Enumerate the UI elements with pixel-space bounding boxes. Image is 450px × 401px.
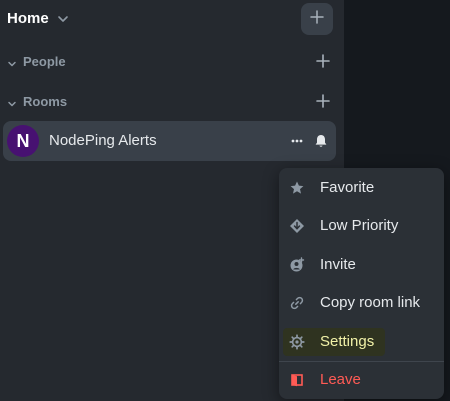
home-title[interactable]: Home	[7, 10, 49, 27]
avatar: N	[7, 125, 39, 157]
section-label-people: People	[23, 54, 66, 69]
menu-item-label: Invite	[320, 256, 356, 273]
menu-item-label: Favorite	[320, 179, 375, 196]
menu-item-label: Low Priority	[320, 217, 399, 234]
chevron-down-icon[interactable]	[57, 12, 69, 26]
menu-item-label: Copy room link	[320, 294, 421, 311]
notification-bell-icon[interactable]	[313, 133, 329, 149]
avatar-letter: N	[16, 130, 30, 151]
room-name: NodePing Alerts	[49, 132, 157, 149]
add-button[interactable]	[301, 3, 333, 35]
menu-divider	[279, 361, 444, 362]
menu-item-leave[interactable]: Leave	[279, 365, 444, 395]
chevron-down-icon[interactable]	[7, 96, 17, 107]
space-header: Home	[0, 0, 344, 40]
menu-item-invite[interactable]: Invite	[279, 250, 444, 280]
gear-icon	[289, 334, 305, 350]
more-options-icon[interactable]	[289, 133, 305, 149]
section-rooms[interactable]: Rooms	[0, 90, 344, 114]
add-room-icon[interactable]	[316, 94, 330, 108]
chevron-down-icon[interactable]	[7, 56, 17, 67]
door-exit-icon	[289, 372, 305, 388]
menu-item-settings[interactable]: Settings	[279, 327, 444, 357]
menu-item-label: Settings	[320, 333, 375, 350]
plus-icon	[310, 9, 324, 29]
arrow-down-diamond-icon	[289, 218, 305, 234]
menu-item-label: Leave	[320, 371, 361, 388]
link-icon	[289, 295, 305, 311]
star-icon	[289, 180, 305, 196]
menu-item-low-priority[interactable]: Low Priority	[279, 211, 444, 241]
room-context-menu: Favorite Low Priority Invite Copy room l…	[279, 168, 444, 399]
add-people-icon[interactable]	[316, 54, 330, 68]
section-people[interactable]: People	[0, 50, 344, 74]
invite-user-icon	[289, 257, 305, 273]
section-label-rooms: Rooms	[23, 94, 68, 109]
menu-item-copy-room-link[interactable]: Copy room link	[279, 288, 444, 318]
menu-item-favorite[interactable]: Favorite	[279, 173, 444, 203]
room-tile-nodeping-alerts[interactable]: N NodePing Alerts	[3, 121, 336, 161]
